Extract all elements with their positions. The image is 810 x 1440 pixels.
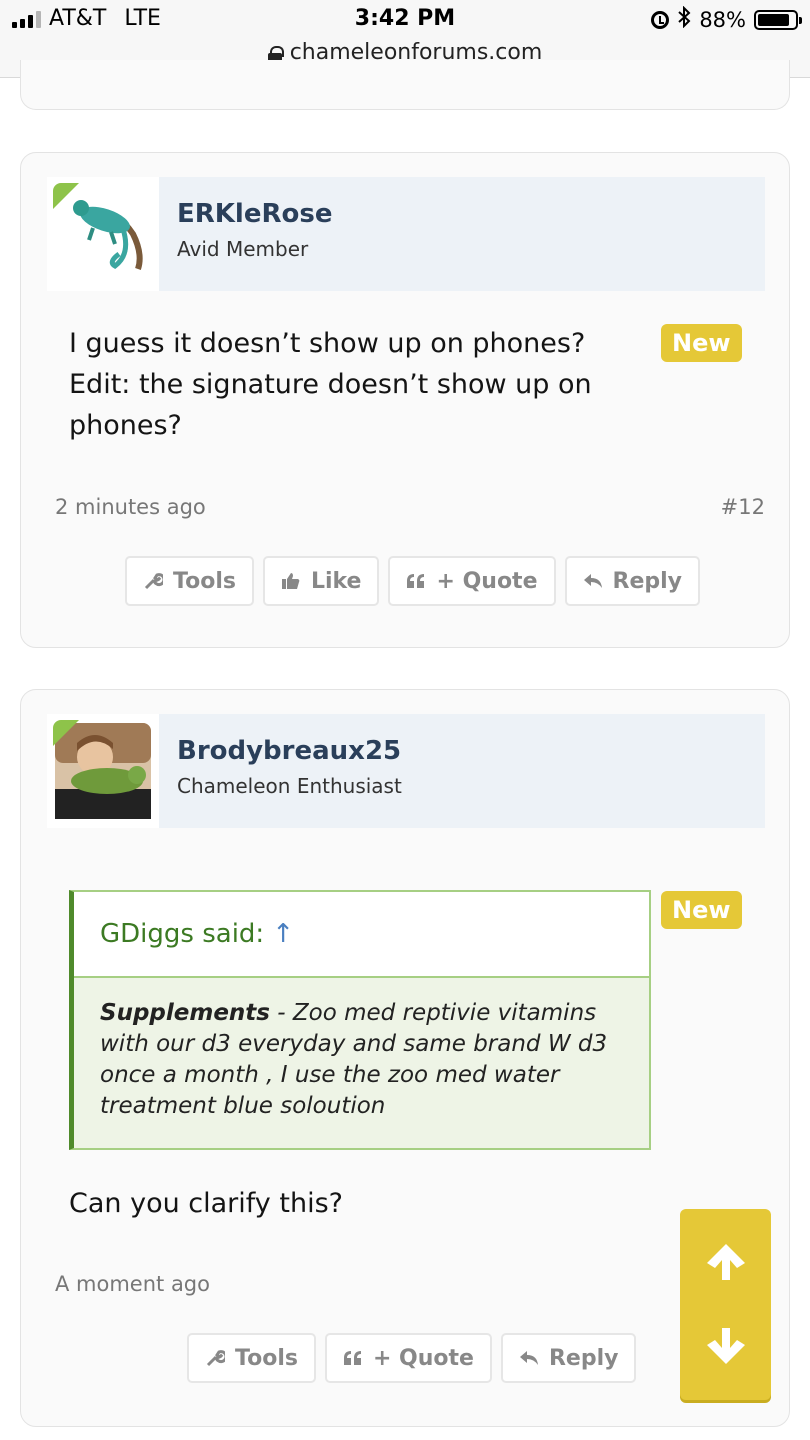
wrench-icon — [144, 573, 163, 590]
quote-icon — [407, 574, 425, 588]
quote-body: Supplements - Zoo med reptivie vitamins … — [74, 978, 649, 1148]
reply-label: Reply — [548, 1345, 619, 1371]
scroll-to-top-button[interactable] — [680, 1217, 771, 1307]
bluetooth-icon — [677, 5, 691, 33]
alarm-icon — [651, 10, 670, 29]
tools-button[interactable]: Tools — [125, 556, 254, 606]
quote-button[interactable]: + Quote — [324, 1333, 492, 1383]
quote-label: + Quote — [436, 568, 538, 594]
post-body: I guess it doesn’t show up on phones? Ed… — [69, 328, 592, 441]
post-number[interactable]: #12 — [721, 495, 765, 519]
new-badge: New — [661, 324, 742, 362]
post-card: Brodybreaux25 Chameleon Enthusiast New G… — [20, 689, 790, 1427]
reply-icon — [583, 574, 602, 588]
reply-icon — [519, 1351, 538, 1365]
username[interactable]: ERKleRose — [177, 199, 332, 229]
username[interactable]: Brodybreaux25 — [177, 736, 402, 766]
scroll-widget — [680, 1209, 771, 1400]
thumbs-up-icon — [281, 573, 300, 589]
tools-button[interactable]: Tools — [187, 1333, 316, 1383]
tools-label: Tools — [235, 1345, 298, 1371]
online-indicator — [53, 720, 79, 746]
user-title: Chameleon Enthusiast — [177, 774, 402, 798]
avatar[interactable] — [47, 177, 159, 291]
reply-label: Reply — [612, 568, 683, 594]
like-label: Like — [310, 568, 362, 594]
battery-icon — [754, 9, 802, 30]
user-title: Avid Member — [177, 237, 309, 261]
post-body: Can you clarify this? — [69, 1188, 343, 1219]
new-badge: New — [661, 891, 742, 929]
online-indicator — [53, 183, 79, 209]
quote-bold-lead: Supplements — [100, 1000, 270, 1026]
arrow-up-icon — [706, 1244, 745, 1280]
post-user-header: ERKleRose Avid Member — [47, 177, 765, 291]
quote-source-arrow-icon[interactable]: ↑ — [272, 919, 294, 949]
reply-button[interactable]: Reply — [500, 1333, 637, 1383]
like-button[interactable]: Like — [262, 556, 380, 606]
tools-label: Tools — [173, 568, 236, 594]
scroll-to-bottom-button[interactable] — [680, 1301, 771, 1391]
status-right: 88% — [651, 5, 802, 33]
quote-label: + Quote — [372, 1345, 474, 1371]
avatar[interactable] — [47, 714, 159, 828]
battery-percent: 88% — [699, 7, 746, 32]
post-user-header: Brodybreaux25 Chameleon Enthusiast — [47, 714, 765, 828]
quote-block: GDiggs said: ↑ Supplements - Zoo med rep… — [69, 890, 651, 1150]
post-timestamp[interactable]: A moment ago — [55, 1272, 210, 1296]
post-actions: Tools Like + Quote Reply — [125, 556, 700, 606]
post-card: ERKleRose Avid Member New I guess it doe… — [20, 152, 790, 648]
quote-button[interactable]: + Quote — [388, 556, 556, 606]
quote-header: GDiggs said: ↑ — [74, 892, 649, 978]
arrow-down-icon — [706, 1328, 745, 1364]
quote-icon — [343, 1351, 361, 1365]
post-actions: Tools + Quote Reply — [187, 1333, 637, 1383]
reply-button[interactable]: Reply — [564, 556, 700, 606]
wrench-icon — [206, 1350, 225, 1367]
quote-author[interactable]: GDiggs said: — [100, 919, 264, 949]
post-timestamp[interactable]: 2 minutes ago — [55, 495, 206, 519]
previous-post-card — [20, 60, 790, 110]
